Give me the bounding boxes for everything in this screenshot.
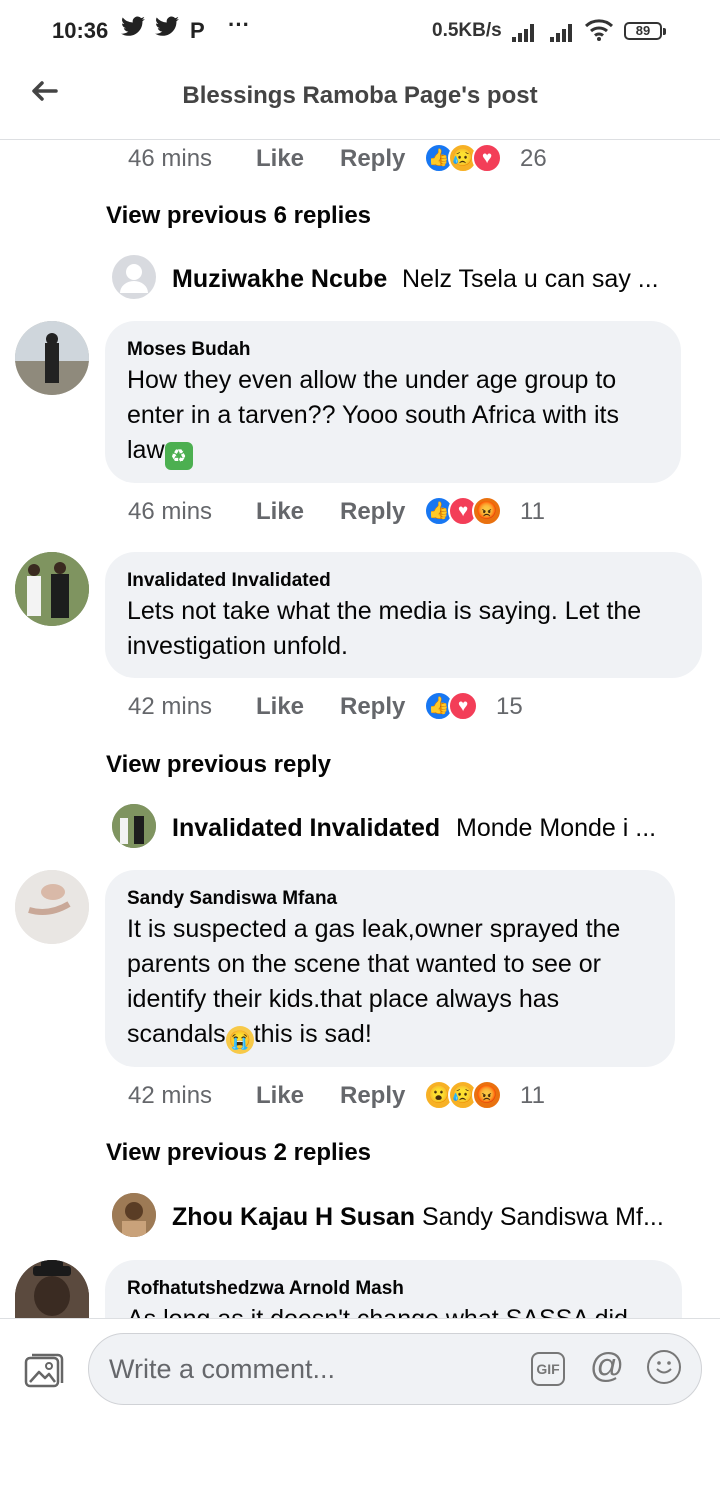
comment-author[interactable]: Rofhatutshedzwa Arnold Mash bbox=[127, 1278, 404, 1300]
comment-line: investigation unfold. bbox=[127, 632, 348, 660]
comment-line: enter in a tarven?? Yooo south Africa wi… bbox=[127, 401, 619, 429]
comment-composer: Write a comment... GIF @ bbox=[0, 1318, 720, 1508]
reply-button[interactable]: Reply bbox=[340, 1082, 405, 1110]
reply-preview[interactable]: Invalidated Invalidated Monde Monde i ..… bbox=[112, 804, 712, 850]
comment-line-text: this is sad! bbox=[253, 1020, 372, 1048]
comment-line-text: scandals bbox=[127, 1020, 226, 1048]
comment-text: How they even allow the under age group … bbox=[127, 363, 663, 470]
reply-button[interactable]: Reply bbox=[340, 498, 405, 526]
comment-bubble: Rofhatutshedzwa Arnold Mash As long as i… bbox=[105, 1260, 682, 1318]
app-header: Blessings Ramoba Page's post bbox=[0, 62, 720, 140]
status-time: 10:36 bbox=[52, 18, 109, 43]
love-reaction-icon: ♥ bbox=[472, 143, 502, 173]
avatar[interactable] bbox=[15, 1260, 89, 1318]
view-previous-replies-link[interactable]: View previous 2 replies bbox=[106, 1139, 371, 1167]
comment-input-placeholder: Write a comment... bbox=[109, 1354, 336, 1384]
comment-line: scandals 😭 this is sad! bbox=[127, 1017, 657, 1054]
comment-bubble: Moses Budah How they even allow the unde… bbox=[105, 321, 681, 483]
reply-button[interactable]: Reply bbox=[340, 145, 405, 173]
comment-meta: 42 mins Like Reply 👍 ♥ 15 bbox=[128, 691, 628, 725]
reply-author[interactable]: Zhou Kajau H Susan bbox=[172, 1203, 415, 1232]
comment-text: It is suspected a gas leak,owner sprayed… bbox=[127, 912, 657, 1054]
like-button[interactable]: Like bbox=[256, 1082, 304, 1110]
reply-snippet: Monde Monde i ... bbox=[456, 814, 657, 842]
comment-bubble: Invalidated Invalidated Lets not take wh… bbox=[105, 552, 702, 678]
comment-line: As long as it doesn't change what SASSA … bbox=[127, 1302, 664, 1318]
reply-preview[interactable]: Muziwakhe Ncube Nelz Tsela u can say ... bbox=[112, 255, 712, 301]
page-title: Blessings Ramoba Page's post bbox=[182, 82, 538, 109]
reaction-count: 15 bbox=[496, 693, 523, 720]
crying-face-emoji: 😭 bbox=[225, 1026, 254, 1054]
reply-button[interactable]: Reply bbox=[340, 693, 405, 721]
comment-input[interactable]: Write a comment... GIF @ bbox=[88, 1333, 702, 1405]
reply-author[interactable]: Muziwakhe Ncube bbox=[172, 265, 387, 294]
smiley-icon[interactable] bbox=[647, 1350, 681, 1384]
comment-author[interactable]: Invalidated Invalidated bbox=[127, 570, 331, 592]
comment-line: How they even allow the under age group … bbox=[127, 366, 617, 394]
like-button[interactable]: Like bbox=[256, 145, 304, 173]
reply-preview[interactable]: Zhou Kajau H Susan Sandy Sandiswa Mf... bbox=[112, 1193, 712, 1239]
view-previous-replies-link[interactable]: View previous reply bbox=[106, 751, 331, 779]
avatar[interactable] bbox=[15, 321, 89, 395]
reaction-count: 11 bbox=[520, 498, 545, 525]
like-button[interactable]: Like bbox=[256, 498, 304, 526]
at-icon[interactable]: @ bbox=[589, 1348, 625, 1384]
comment-time: 46 mins bbox=[128, 498, 213, 525]
comment-bubble: Sandy Sandiswa Mfana It is suspected a g… bbox=[105, 870, 675, 1067]
photo-icon[interactable] bbox=[24, 1353, 64, 1389]
avatar[interactable] bbox=[15, 552, 89, 626]
avatar[interactable] bbox=[15, 870, 89, 944]
comment-text: As long as it doesn't change what SASSA … bbox=[127, 1302, 664, 1318]
comment-author[interactable]: Moses Budah bbox=[127, 339, 251, 361]
comment-time: 42 mins bbox=[128, 693, 213, 720]
avatar bbox=[112, 1193, 156, 1237]
like-button[interactable]: Like bbox=[256, 693, 304, 721]
twitter-icon bbox=[120, 16, 146, 44]
more-icon: ··· bbox=[228, 12, 250, 37]
reply-snippet: Nelz Tsela u can say ... bbox=[402, 265, 659, 293]
avatar bbox=[112, 255, 156, 299]
signal-icon bbox=[512, 22, 538, 42]
comment-line-text: law bbox=[127, 436, 165, 464]
wifi-icon bbox=[584, 18, 614, 47]
comment-author[interactable]: Sandy Sandiswa Mfana bbox=[127, 888, 337, 910]
gif-button[interactable]: GIF bbox=[531, 1352, 565, 1386]
comment-line: law ♻ bbox=[127, 433, 663, 470]
angry-reaction-icon: 😡 bbox=[472, 496, 502, 526]
comment-text: Lets not take what the media is saying. … bbox=[127, 594, 684, 664]
avatar bbox=[112, 804, 156, 848]
comment-line: Lets not take what the media is saying. … bbox=[127, 597, 642, 625]
reply-snippet: Sandy Sandiswa Mf... bbox=[422, 1203, 664, 1231]
angry-reaction-icon: 😡 bbox=[472, 1080, 502, 1110]
comment-time: 42 mins bbox=[128, 1082, 213, 1109]
comment-line: identify their kids.that place always ha… bbox=[127, 985, 560, 1013]
comment-line: It is suspected a gas leak,owner sprayed… bbox=[127, 915, 621, 943]
love-reaction-icon: ♥ bbox=[448, 691, 478, 721]
comment-meta: 46 mins Like Reply 👍 😥 ♥ 26 bbox=[128, 143, 628, 177]
comment-line: parents on the scene that wanted to see … bbox=[127, 950, 601, 978]
p-icon: P bbox=[190, 18, 205, 43]
network-speed: 0.5KB/s bbox=[432, 20, 502, 41]
reply-author[interactable]: Invalidated Invalidated bbox=[172, 814, 440, 843]
twitter-icon bbox=[154, 16, 180, 44]
comment-time: 46 mins bbox=[128, 145, 213, 172]
trash-bin-emoji: ♻ bbox=[164, 442, 193, 470]
battery-indicator: 89 bbox=[624, 22, 666, 40]
signal-icon bbox=[550, 22, 576, 42]
status-bar: 10:36 P ··· 0.5KB/s 89 bbox=[0, 0, 720, 62]
reaction-count: 11 bbox=[520, 1082, 545, 1109]
view-previous-replies-link[interactable]: View previous 6 replies bbox=[106, 202, 371, 230]
comment-meta: 42 mins Like Reply 😮 😥 😡 11 bbox=[128, 1080, 628, 1114]
reaction-count: 26 bbox=[520, 145, 547, 172]
comment-meta: 46 mins Like Reply 👍 ♥ 😡 11 bbox=[128, 496, 628, 530]
